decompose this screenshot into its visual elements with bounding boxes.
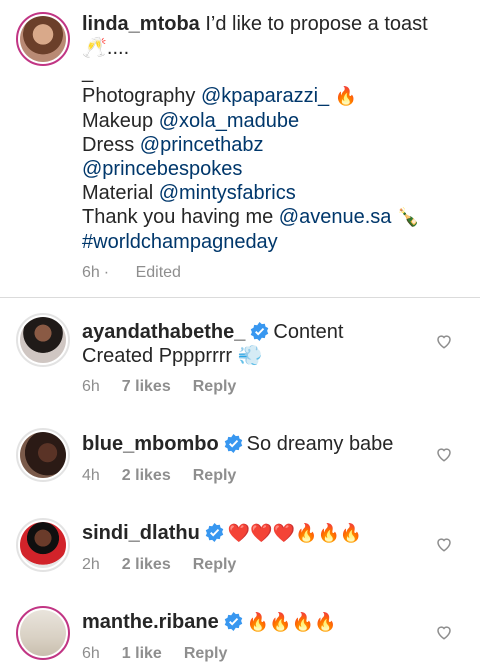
caption-text: linda_mtoba I’d like to propose a toast … [82, 12, 467, 254]
comment-text: blue_mbombo So dreamy babe [82, 432, 412, 456]
commenter-avatar[interactable] [16, 313, 70, 367]
comment-meta: 6h 1 like Reply [82, 645, 227, 663]
commenter-avatar[interactable] [16, 606, 70, 660]
caption-line-prefix: Photography [82, 85, 201, 107]
comment-item: blue_mbombo So dreamy babe 4h 2 likes Reply [0, 420, 480, 500]
caption-line-prefix: Thank you having me [82, 206, 279, 228]
comment-likes[interactable]: 2 likes [122, 467, 171, 484]
verified-badge-icon [205, 523, 224, 542]
comment-item: sindi_dlathu ❤️❤️❤️🔥🔥🔥 2h 2 likes Reply [0, 510, 480, 590]
mention-link[interactable]: @princebespokes [82, 158, 242, 180]
comment-body: ❤️❤️❤️🔥🔥🔥 [227, 523, 363, 544]
caption-author-avatar[interactable] [16, 12, 70, 66]
like-heart-icon[interactable] [435, 623, 453, 641]
comment-body: So dreamy babe [246, 433, 394, 455]
mention-link[interactable]: @princethabz [140, 134, 264, 156]
champagne-emoji: 🍾 [391, 207, 420, 228]
commenter-avatar[interactable] [16, 518, 70, 572]
mention-link[interactable]: @mintysfabrics [159, 182, 296, 204]
reply-button[interactable]: Reply [193, 467, 237, 484]
caption-line: 🥂.... [82, 37, 130, 59]
caption-divider [0, 297, 480, 298]
mention-link[interactable]: @avenue.sa [279, 206, 392, 228]
commenter-avatar[interactable] [16, 428, 70, 482]
separator-dot: · [103, 264, 110, 281]
comment-text: manthe.ribane 🔥🔥🔥🔥 [82, 610, 412, 635]
comment-username[interactable]: sindi_dlathu [82, 522, 200, 544]
comment-likes[interactable]: 7 likes [122, 378, 171, 395]
comment-item: manthe.ribane 🔥🔥🔥🔥 6h 1 like Reply [0, 600, 480, 667]
reply-button[interactable]: Reply [193, 556, 237, 573]
comment-meta: 2h 2 likes Reply [82, 556, 236, 574]
caption-line: _ [82, 61, 94, 83]
comment-time: 6h [82, 378, 100, 395]
comment-username[interactable]: manthe.ribane [82, 611, 219, 633]
caption-meta: 6h · Edited [82, 264, 203, 282]
comment-text: sindi_dlathu ❤️❤️❤️🔥🔥🔥 [82, 521, 412, 546]
comment-time: 6h [82, 645, 100, 662]
comment-time: 2h [82, 556, 100, 573]
mention-link[interactable]: @kpaparazzi_ [201, 85, 329, 107]
comment-time: 4h [82, 467, 100, 484]
like-heart-icon[interactable] [435, 445, 453, 463]
verified-badge-icon [251, 322, 269, 341]
comment-likes[interactable]: 1 like [122, 645, 162, 662]
mention-link[interactable]: @xola_madube [159, 110, 299, 132]
comment-likes[interactable]: 2 likes [122, 556, 171, 573]
reply-button[interactable]: Reply [193, 378, 237, 395]
comment-meta: 4h 2 likes Reply [82, 467, 236, 485]
verified-badge-icon [224, 612, 242, 631]
like-heart-icon[interactable] [435, 535, 453, 553]
caption-line-prefix: Material [82, 182, 159, 204]
hashtag-link[interactable]: #worldchampagneday [82, 231, 278, 253]
comment-username[interactable]: ayandathabethe_ [82, 321, 245, 343]
edited-label: Edited [135, 264, 181, 281]
comment-text: ayandathabethe_ Content Created Pppprrrr … [82, 320, 412, 368]
caption-time: 6h [82, 264, 100, 281]
caption-line-prefix: Makeup [82, 110, 159, 132]
verified-badge-icon [224, 434, 242, 453]
caption-line: I’d like to propose a toast [205, 13, 428, 35]
caption-username[interactable]: linda_mtoba [82, 13, 200, 35]
post-caption: linda_mtoba I’d like to propose a toast … [0, 0, 480, 298]
like-heart-icon[interactable] [435, 332, 453, 350]
fire-emoji: 🔥 [329, 86, 358, 107]
comment-username[interactable]: blue_mbombo [82, 433, 219, 455]
comment-meta: 6h 7 likes Reply [82, 378, 236, 396]
caption-line-prefix: Dress [82, 134, 140, 156]
comment-body: 🔥🔥🔥🔥 [246, 612, 337, 633]
comment-item: ayandathabethe_ Content Created Pppprrrr … [0, 310, 480, 410]
reply-button[interactable]: Reply [184, 645, 228, 662]
